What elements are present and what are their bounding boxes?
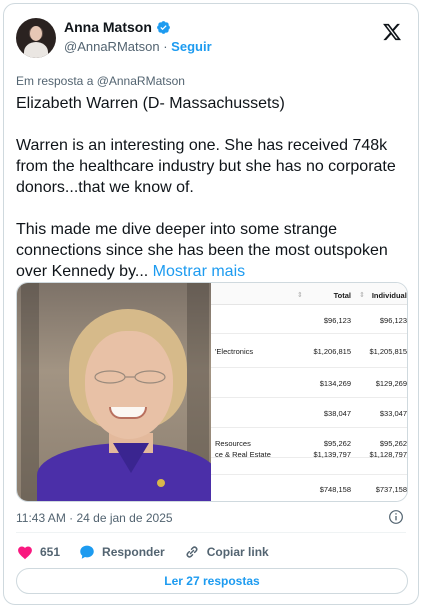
tweet-timestamp[interactable]: 11:43 AM · 24 de jan de 2025: [16, 511, 173, 525]
portrait-photo: [17, 283, 211, 501]
row-label: ce & Real Estate: [215, 450, 271, 459]
author-handle[interactable]: @AnnaRMatson: [64, 39, 160, 54]
reply-button[interactable]: Responder: [78, 543, 165, 561]
table-row: 'Electronics $1,206,815 $1,205,815: [211, 334, 407, 368]
author-handle-row: @AnnaRMatson · Seguir: [64, 39, 212, 54]
reply-context: Em resposta a @AnnaRMatson: [16, 74, 185, 88]
table-row: ce & Real Estate $1,139,797 $1,128,797: [211, 450, 407, 475]
tweet-text: Elizabeth Warren (D- Massachussets) Warr…: [16, 93, 411, 282]
table-row: $96,123 $96,123: [211, 305, 407, 334]
column-header-individuals: Individuals: [371, 291, 408, 300]
column-header-total: Total: [333, 291, 351, 300]
divider: [16, 532, 406, 533]
heart-icon: [18, 546, 32, 560]
copy-link-button[interactable]: Copiar link: [183, 543, 269, 561]
avatar[interactable]: [16, 18, 56, 58]
donor-table: ⇕ Total ⇕ Individuals $96,123 $96,123 'E…: [211, 283, 408, 501]
tweet-header: Anna Matson @AnnaRMatson · Seguir: [16, 18, 406, 62]
verified-badge-icon: [156, 20, 170, 34]
like-count: 651: [40, 545, 61, 559]
like-button[interactable]: 651: [16, 543, 60, 561]
link-icon: [186, 546, 198, 558]
separator-dot: ·: [163, 39, 168, 54]
row-total: $38,047: [323, 409, 351, 418]
follow-button[interactable]: Seguir: [171, 39, 211, 54]
tweet-media[interactable]: ⇕ Total ⇕ Individuals $96,123 $96,123 'E…: [16, 282, 408, 502]
row-individuals: $96,123: [379, 316, 407, 325]
row-label: Resources: [215, 439, 251, 448]
row-total: $1,206,815: [313, 347, 351, 356]
table-row: $38,047 $33,047: [211, 398, 407, 428]
copy-link-label: Copiar link: [206, 545, 269, 559]
sort-icon: ⇕: [359, 292, 365, 299]
x-logo-icon[interactable]: [382, 22, 402, 42]
row-individuals: $95,262: [379, 439, 407, 448]
table-row: $134,269 $129,269: [211, 368, 407, 398]
reply-label: Responder: [102, 545, 165, 559]
row-individuals: $1,128,797: [369, 450, 407, 459]
row-total: $95,262: [323, 439, 351, 448]
author-name[interactable]: Anna Matson: [64, 19, 152, 35]
row-total: $96,123: [323, 316, 351, 325]
action-bar: 651 Responder Copiar link: [16, 542, 287, 562]
row-individuals: $129,269: [375, 379, 407, 388]
row-individuals: $737,158: [375, 485, 407, 494]
row-total: $134,269: [319, 379, 351, 388]
info-icon[interactable]: [388, 509, 404, 525]
tweet-card: Anna Matson @AnnaRMatson · Seguir Em res…: [3, 3, 419, 605]
tweet-body: Elizabeth Warren (D- Massachussets) Warr…: [16, 95, 396, 280]
table-header: ⇕ Total ⇕ Individuals: [211, 283, 408, 305]
row-individuals: $33,047: [379, 409, 407, 418]
table-row: $748,158 $737,158: [211, 475, 407, 501]
read-replies-button[interactable]: Ler 27 respostas: [16, 568, 408, 594]
row-total: $748,158: [319, 485, 351, 494]
row-label: 'Electronics: [215, 347, 254, 356]
row-individuals: $1,205,815: [369, 347, 407, 356]
row-total: $1,139,797: [313, 450, 351, 459]
sort-icon: ⇕: [297, 292, 303, 299]
show-more-link[interactable]: Mostrar mais: [153, 263, 245, 280]
author-name-row: Anna Matson: [64, 19, 171, 35]
reply-bubble-icon: [80, 545, 94, 559]
